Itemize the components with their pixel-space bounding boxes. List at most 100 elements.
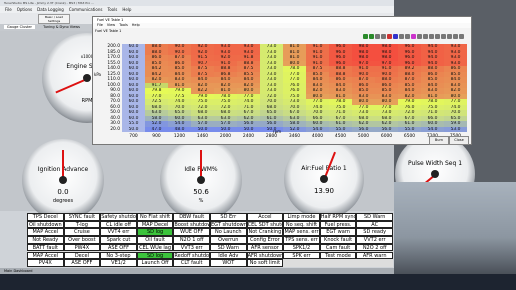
indicator: No Flat shift <box>136 213 174 221</box>
rpm-col-header: 3460 <box>288 134 301 139</box>
gauge-title: Pulse Width Seq 1 <box>407 160 463 168</box>
indicator: MAP Decel <box>136 220 174 229</box>
indicator: AC <box>356 220 393 229</box>
ve-cell[interactable]: 48.0 <box>168 126 191 132</box>
ve-tool-icon[interactable] <box>429 34 434 39</box>
ve-tab[interactable]: Fuel VE Table 1 <box>95 28 135 34</box>
gauge-hub <box>197 176 205 184</box>
indicator: Oil shutdown <box>27 220 64 229</box>
windows-taskbar <box>0 274 516 290</box>
ve-tool-icon[interactable] <box>447 34 452 39</box>
ve-menu-item-file[interactable]: File <box>97 23 103 27</box>
indicator: Half RPM sync <box>319 213 357 221</box>
indicator: TPS Decel <box>27 213 64 221</box>
indicator: Knock fault <box>319 236 357 244</box>
indicator: N2O 1 off <box>173 236 210 244</box>
rpm-col-header: 900 <box>152 134 161 139</box>
indicator: No Launch <box>210 228 247 237</box>
gauge-needle <box>55 78 88 94</box>
indicator: AFR sensor <box>246 243 284 252</box>
ve-cell[interactable]: 54.0 <box>421 126 444 132</box>
gauge-title: Air:Fuel Ratio 1 <box>301 165 347 173</box>
ve-cell[interactable]: 50.0 <box>191 126 214 132</box>
indicator: WUE OFF <box>173 228 210 237</box>
ve-cell[interactable]: 52.0 <box>283 126 306 132</box>
ve-tool-icon[interactable] <box>435 34 440 39</box>
menu-item-help[interactable]: Help <box>122 7 131 12</box>
tab-tuning-dyno[interactable]: Tuning & Dyno Views <box>40 25 83 29</box>
indicator: Not Cranking <box>246 228 284 237</box>
ve-menu-bar: File View Tools Help <box>93 23 471 28</box>
ve-tool-icon[interactable] <box>375 34 380 39</box>
indicator: No 3-step <box>100 251 137 260</box>
ve-cell[interactable]: 47.0 <box>145 126 168 132</box>
ve-menu-item-help[interactable]: Help <box>132 23 140 27</box>
ve-tool-icon[interactable] <box>381 34 386 39</box>
ve-cell[interactable]: 50.0 <box>237 126 260 132</box>
ve-cell[interactable]: 50.0 <box>214 126 237 132</box>
webcam-overlay <box>394 182 516 274</box>
ve-tool-icon[interactable] <box>369 34 374 39</box>
close-button[interactable]: Close <box>449 136 469 145</box>
ve-cell[interactable]: 55.0 <box>398 126 421 132</box>
map-row-header: 20.0 <box>110 126 120 132</box>
ve-cell[interactable]: 56.0 <box>352 126 375 132</box>
ve-tool-icon[interactable] <box>399 34 404 39</box>
indicator: AFR warn <box>356 251 393 260</box>
gauge-hub <box>320 175 328 183</box>
indicator: CEL SDT shutdown <box>246 220 284 229</box>
ve-tool-icon[interactable] <box>417 34 422 39</box>
indicator: No soft limit <box>246 259 284 267</box>
indicator: CL idle off <box>100 220 137 229</box>
rpm-col-header: 5000 <box>357 134 370 139</box>
menu-item-tools[interactable]: Tools <box>107 7 117 12</box>
rpm-col-header: 6000 <box>380 134 393 139</box>
indicator: Oil fault <box>136 236 174 244</box>
ve-tool-icon[interactable] <box>453 34 458 39</box>
ve-cell[interactable]: 55.0 <box>329 126 352 132</box>
ve-tool-icon[interactable] <box>423 34 428 39</box>
indicator: Launch Off <box>136 259 174 267</box>
ve-tool-icon[interactable] <box>411 34 416 39</box>
rpm-col-header: 2800 <box>265 134 278 139</box>
menu-item-options[interactable]: Options <box>17 7 32 12</box>
ve-cell[interactable]: 56.0 <box>375 126 398 132</box>
rpm-col-header: 6500 <box>403 134 416 139</box>
gauge-hub <box>431 170 439 178</box>
burn-button[interactable]: Burn <box>429 136 449 145</box>
ve-grid[interactable]: 200.0 60.0 88.0 90.0 92.0 93.0 93.0 73.0 81.0 91.… <box>100 44 467 139</box>
rpm-col-header: 700 <box>129 134 138 139</box>
indicator: Idle Adv <box>210 251 247 260</box>
indicator: VVT2 err <box>356 236 393 244</box>
ve-tool-icon[interactable] <box>441 34 446 39</box>
rpm-col-header: 2400 <box>242 134 255 139</box>
tab-gauge-cluster[interactable]: Gauge Cluster <box>4 25 35 29</box>
indicator: SD Warn <box>210 243 247 252</box>
basic-load-settings-button[interactable]: Basic / Load Settings <box>38 14 70 24</box>
ve-toolbar-icons <box>363 34 468 41</box>
ve-table-window: Fuel VE Table 1 File View Tools Help Fuel V… <box>92 16 472 145</box>
ve-tool-icon[interactable] <box>459 34 464 39</box>
indicator: PV4X <box>27 259 64 267</box>
indicator: TPS sens. err <box>283 236 320 244</box>
ve-menu-item-view[interactable]: View <box>107 23 115 27</box>
indicator: SD ready <box>356 228 393 237</box>
menu-bar: File Options Data Logging Communications Too… <box>0 6 394 13</box>
menu-item-file[interactable]: File <box>5 7 12 12</box>
ve-cell[interactable]: 50.0 <box>122 126 145 132</box>
ve-tool-icon[interactable] <box>387 34 392 39</box>
ve-tool-icon[interactable] <box>405 34 410 39</box>
gauge-3: Idle PWM% 50.6% <box>160 139 242 221</box>
gauge-value: 0.0 <box>57 188 69 197</box>
ve-menu-item-tools[interactable]: Tools <box>119 23 128 27</box>
ve-tool-icon[interactable] <box>363 34 368 39</box>
indicator: Config Error <box>246 236 284 244</box>
menu-item-data-logging[interactable]: Data Logging <box>37 7 64 12</box>
indicator: SD log <box>136 251 174 260</box>
ve-cell[interactable]: 54.0 <box>306 126 329 132</box>
ve-tool-icon[interactable] <box>393 34 398 39</box>
rpm-col-header: 1460 <box>196 134 209 139</box>
indicator: SD Err <box>210 213 247 221</box>
menu-item-communications[interactable]: Communications <box>69 7 103 12</box>
ve-cell[interactable]: 53.0 <box>444 126 467 132</box>
